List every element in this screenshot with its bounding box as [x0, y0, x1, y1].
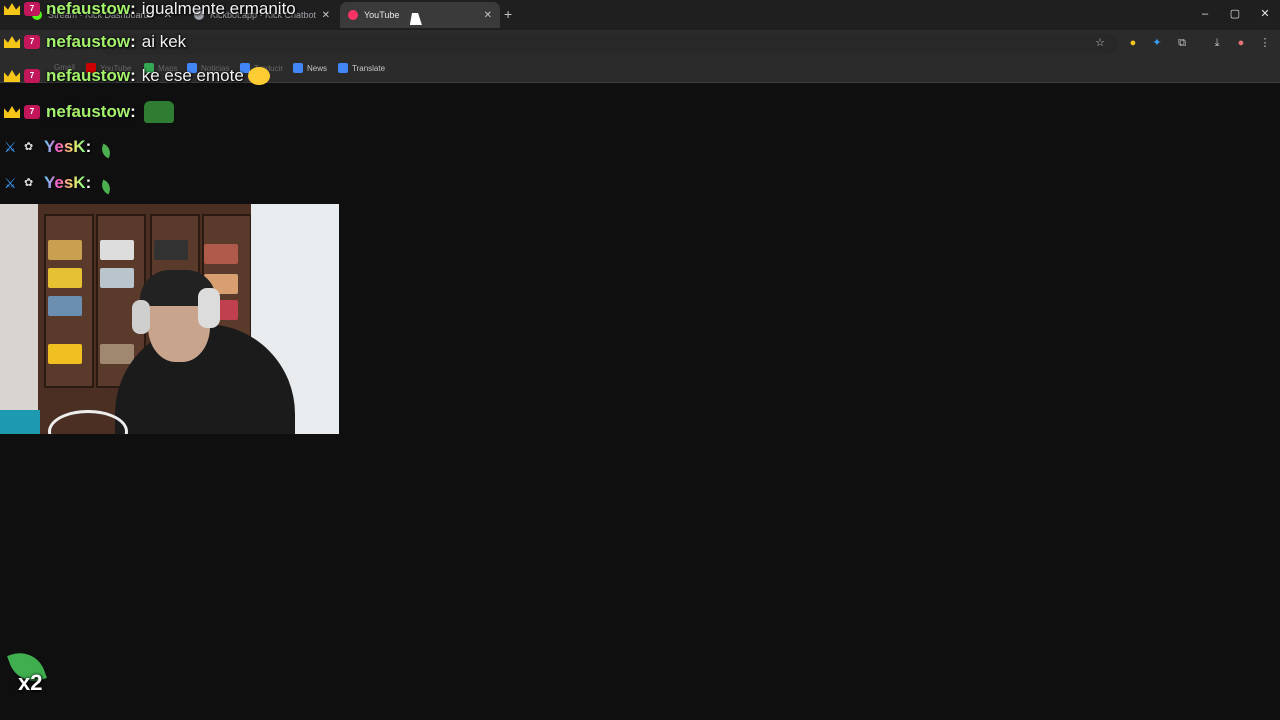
- poster: [48, 344, 82, 364]
- crown-icon: [4, 3, 20, 15]
- chat-username: YesK: [44, 137, 86, 156]
- 7tv-icon: 7: [24, 105, 40, 119]
- download-icon[interactable]: ⤓: [1210, 36, 1224, 50]
- close-icon[interactable]: ✕: [322, 10, 330, 21]
- chat-username: nefaustow: [46, 32, 131, 51]
- chat-text: ke ese emote: [141, 66, 244, 85]
- chat-message: 7 nefaustow :: [4, 97, 174, 127]
- emote-combo: x2: [7, 645, 50, 696]
- translate-icon: [338, 63, 348, 73]
- chat-username: nefaustow: [46, 102, 131, 121]
- poster: [204, 244, 238, 264]
- bookmark-label: News: [307, 63, 328, 73]
- address-bar[interactable]: [100, 33, 1118, 55]
- poster: [48, 268, 82, 288]
- crown-icon: [4, 106, 20, 118]
- chat-text: ai kek: [141, 32, 187, 51]
- minimize-button[interactable]: –: [1190, 0, 1220, 30]
- webcam-feed: [0, 204, 339, 434]
- sword-icon: ⚔: [4, 175, 17, 191]
- poster: [48, 240, 82, 260]
- chat-colon: :: [130, 102, 136, 121]
- chat-colon: :: [130, 32, 136, 51]
- chat-colon: :: [130, 0, 136, 18]
- star-icon[interactable]: ☆: [1093, 36, 1107, 50]
- chat-colon: :: [85, 137, 92, 156]
- chat-username: YesK: [44, 173, 86, 192]
- youtube-favicon-icon: [348, 10, 358, 20]
- poster: [100, 344, 134, 364]
- maximize-button[interactable]: ▢: [1220, 0, 1250, 30]
- 7tv-icon: 7: [24, 69, 40, 83]
- close-window-button[interactable]: ✕: [1250, 0, 1280, 30]
- chat-message: 7 nefaustow : ai kek: [4, 27, 186, 57]
- gift-badge-icon: ✿: [24, 141, 34, 153]
- avatar[interactable]: ●: [1234, 36, 1248, 50]
- new-tab-button[interactable]: +: [504, 6, 512, 22]
- chat-message: 7 nefaustow : ke ese emote: [4, 61, 270, 91]
- poster: [100, 268, 134, 288]
- headphones-icon: [132, 300, 150, 334]
- extension-icon[interactable]: ✦: [1150, 36, 1164, 50]
- chat-username: nefaustow: [46, 66, 131, 85]
- 7tv-icon: 7: [24, 35, 40, 49]
- crown-icon: [4, 36, 20, 48]
- chat-message: ⚔ ✿ YesK :: [4, 168, 114, 198]
- bookmark-label: Translate: [352, 63, 386, 73]
- bookmark-news[interactable]: News: [293, 63, 327, 73]
- chat-username: nefaustow: [46, 0, 131, 18]
- news-icon: [293, 63, 303, 73]
- menu-icon[interactable]: ⋮: [1258, 36, 1272, 50]
- puzzle-icon[interactable]: ⧉: [1175, 36, 1189, 50]
- face-emote-icon: [247, 67, 270, 85]
- poster: [100, 240, 134, 260]
- chat-colon: :: [130, 66, 136, 85]
- mouse-cursor-icon: [409, 13, 425, 25]
- crown-icon: [4, 70, 20, 82]
- leaf-emote-icon: [99, 143, 114, 159]
- headphones-icon: [198, 288, 220, 328]
- chat-text: igualmente ermanito: [141, 0, 296, 18]
- bookmark-translate[interactable]: Translate: [338, 63, 385, 73]
- chat-colon: :: [85, 173, 92, 192]
- browser-toolbar: [0, 30, 1280, 58]
- window-controls: – ▢ ✕: [1190, 0, 1280, 30]
- gift-badge-icon: ✿: [24, 177, 34, 189]
- extension-icon[interactable]: ●: [1126, 36, 1140, 50]
- poster: [154, 240, 188, 260]
- sword-icon: ⚔: [4, 139, 17, 155]
- poster: [48, 296, 82, 316]
- combo-count: x2: [18, 670, 43, 695]
- 7tv-icon: 7: [24, 2, 40, 16]
- blue-object: [0, 410, 40, 434]
- green-box-emote-icon: [143, 101, 174, 123]
- chat-message: ⚔ ✿ YesK :: [4, 132, 114, 162]
- wall: [0, 204, 40, 434]
- chat-message: 7 nefaustow : igualmente ermanito: [4, 0, 296, 24]
- close-icon[interactable]: ✕: [484, 10, 492, 21]
- leaf-emote-icon: [99, 179, 114, 195]
